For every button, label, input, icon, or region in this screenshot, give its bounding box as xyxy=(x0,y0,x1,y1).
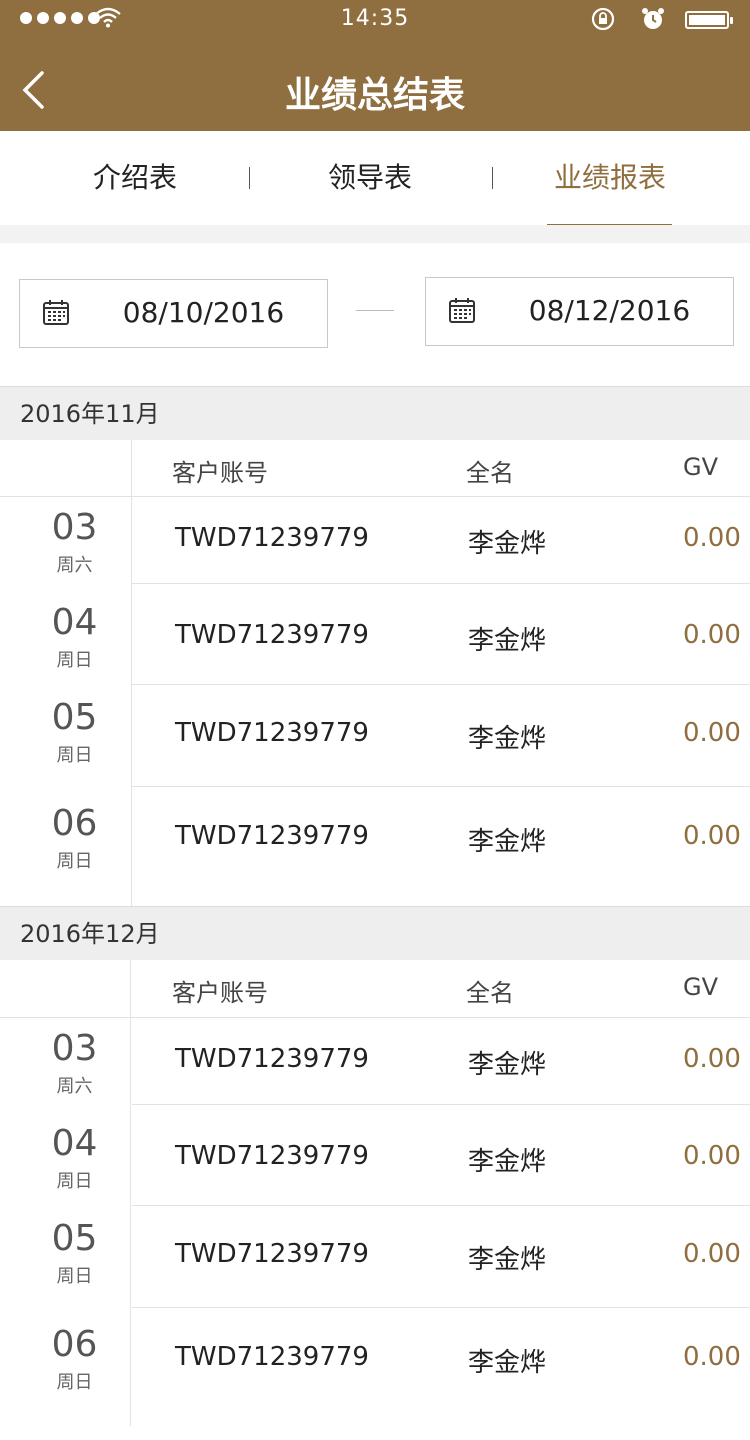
row-gv: 0.00 xyxy=(683,1141,741,1171)
row-name: 李金烨 xyxy=(468,1050,547,1080)
section-spacer xyxy=(0,225,750,243)
table-row[interactable]: 05 周日 TWD71239779 李金烨 0.00 xyxy=(0,685,750,787)
row-account: TWD71239779 xyxy=(175,718,369,748)
tab-performance-report[interactable]: 业绩报表 xyxy=(500,131,720,227)
row-weekday: 周六 xyxy=(56,555,93,576)
alarm-icon xyxy=(640,6,666,38)
row-gv: 0.00 xyxy=(683,1239,741,1269)
row-day: 05 xyxy=(51,697,98,738)
row-gv: 0.00 xyxy=(683,821,741,851)
row-weekday: 周日 xyxy=(56,851,93,872)
table-row[interactable]: 04 周日 TWD71239779 李金烨 0.00 xyxy=(0,584,750,685)
row-weekday: 周日 xyxy=(56,1372,93,1393)
column-header: 客户账号 全名 GV xyxy=(0,440,750,497)
row-account: TWD71239779 xyxy=(175,1044,369,1074)
row-account: TWD71239779 xyxy=(175,620,369,650)
table-row[interactable]: 03 周六 TWD71239779 李金烨 0.00 xyxy=(0,497,750,584)
row-account: TWD71239779 xyxy=(175,821,369,851)
tab-introduction[interactable]: 介绍表 xyxy=(30,131,240,225)
end-date-picker[interactable]: 08/12/2016 xyxy=(425,277,734,346)
date-range-separator xyxy=(356,310,394,311)
row-day: 04 xyxy=(51,602,98,643)
table-row[interactable]: 05 周日 TWD71239779 李金烨 0.00 xyxy=(0,1206,750,1308)
row-name: 李金烨 xyxy=(468,626,547,656)
row-gv: 0.00 xyxy=(683,1044,741,1074)
tab-bar: 介绍表 领导表 业绩报表 xyxy=(0,131,750,227)
row-day: 03 xyxy=(51,507,98,548)
column-header: 客户账号 全名 GV xyxy=(0,960,750,1018)
row-day: 03 xyxy=(51,1028,98,1069)
row-gv: 0.00 xyxy=(683,718,741,748)
table-row[interactable]: 06 周日 TWD71239779 李金烨 0.00 xyxy=(0,1308,750,1426)
row-account: TWD71239779 xyxy=(175,1141,369,1171)
column-gv-label: GV xyxy=(683,973,719,1001)
row-name: 李金烨 xyxy=(468,529,547,559)
row-day: 05 xyxy=(51,1218,98,1259)
month-header: 2016年12月 xyxy=(0,906,750,960)
row-name: 李金烨 xyxy=(468,1147,547,1177)
column-name-label: 全名 xyxy=(466,459,514,487)
column-account-label: 客户账号 xyxy=(172,979,268,1007)
tab-divider xyxy=(249,167,250,189)
row-weekday: 周日 xyxy=(56,1171,93,1192)
row-gv: 0.00 xyxy=(683,1342,741,1372)
column-account-label: 客户账号 xyxy=(172,459,268,487)
row-account: TWD71239779 xyxy=(175,1342,369,1372)
column-gv-label: GV xyxy=(683,453,719,481)
tab-leadership[interactable]: 领导表 xyxy=(260,131,480,225)
row-weekday: 周日 xyxy=(56,1266,93,1287)
start-date-value: 08/10/2016 xyxy=(122,296,285,329)
end-date-value: 08/12/2016 xyxy=(528,294,691,327)
row-name: 李金烨 xyxy=(468,1348,547,1378)
app-header: 14:35 业绩总结表 xyxy=(0,0,750,131)
row-account: TWD71239779 xyxy=(175,523,369,553)
row-day: 06 xyxy=(51,803,98,844)
row-account: TWD71239779 xyxy=(175,1239,369,1269)
row-day: 06 xyxy=(51,1324,98,1365)
start-date-picker[interactable]: 08/10/2016 xyxy=(19,279,328,348)
row-gv: 0.00 xyxy=(683,523,741,553)
row-weekday: 周日 xyxy=(56,650,93,671)
status-bar: 14:35 xyxy=(0,0,750,40)
page-title: 业绩总结表 xyxy=(284,75,465,116)
row-name: 李金烨 xyxy=(468,724,547,754)
row-day: 04 xyxy=(51,1123,98,1164)
month-header: 2016年11月 xyxy=(0,386,750,440)
table-row[interactable]: 06 周日 TWD71239779 李金烨 0.00 xyxy=(0,787,750,906)
row-name: 李金烨 xyxy=(468,827,547,857)
rotation-lock-icon xyxy=(590,6,616,38)
row-name: 李金烨 xyxy=(468,1245,547,1275)
column-name-label: 全名 xyxy=(466,979,514,1007)
battery-icon xyxy=(685,11,733,29)
row-weekday: 周日 xyxy=(56,745,93,766)
row-weekday: 周六 xyxy=(56,1076,93,1097)
table-row[interactable]: 03 周六 TWD71239779 李金烨 0.00 xyxy=(0,1018,750,1105)
table-row[interactable]: 04 周日 TWD71239779 李金烨 0.00 xyxy=(0,1105,750,1206)
row-gv: 0.00 xyxy=(683,620,741,650)
tab-divider xyxy=(492,167,493,189)
status-time: 14:35 xyxy=(340,6,410,31)
